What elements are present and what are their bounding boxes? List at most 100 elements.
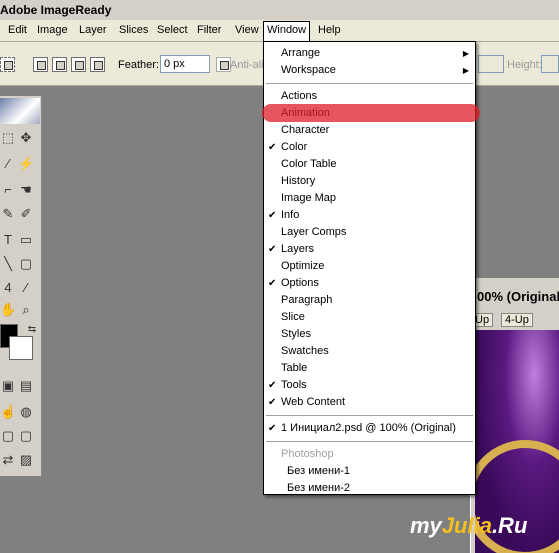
menu-item-label: Character	[281, 124, 330, 136]
subtract-selection-icon[interactable]	[71, 57, 86, 72]
slice-icon[interactable]: 4	[0, 280, 16, 296]
menu-item-slice[interactable]: Slice	[264, 309, 475, 326]
hand-icon[interactable]: ✋	[0, 302, 16, 318]
type-icon[interactable]: T	[0, 232, 16, 248]
move-icon[interactable]: ✥	[18, 130, 34, 146]
document-title: 00% (Original	[471, 278, 559, 306]
submenu-arrow-icon: ▶	[462, 49, 469, 58]
height-input[interactable]	[541, 55, 559, 73]
menu-image[interactable]: Image	[37, 24, 68, 36]
menu-separator	[266, 415, 473, 416]
watermark-logo: myJulia.Ru	[410, 513, 528, 538]
menu-item-label: Actions	[281, 90, 318, 102]
menu-item-1-2-psd-100-original[interactable]: ✔ 1 Инициал2.psd @ 100% (Original)	[264, 420, 475, 437]
menu-item-label: Layers	[281, 243, 315, 255]
menu-item-color[interactable]: ✔ Color	[264, 139, 475, 156]
menu-item-2[interactable]: Без имени-2	[264, 480, 475, 497]
menu-item-history[interactable]: History	[264, 173, 475, 190]
height-label: Height:	[507, 59, 542, 71]
menu-item-styles[interactable]: Styles	[264, 326, 475, 343]
menu-item-label: Options	[281, 277, 319, 289]
feather-input[interactable]: 0 px	[160, 55, 210, 73]
shape-icon[interactable]: ▢	[18, 256, 34, 272]
menu-view[interactable]: View	[235, 24, 259, 36]
menu-item-label: Workspace	[281, 64, 336, 76]
jump-to-icon[interactable]: ⇄	[0, 452, 16, 468]
hand-tool-icon[interactable]: ☚	[18, 182, 34, 198]
image-map-icon[interactable]: ▣	[0, 378, 16, 394]
menu-item-info[interactable]: ✔ Info	[264, 207, 475, 224]
menu-item-arrange[interactable]: Arrange ▶	[264, 45, 475, 62]
new-selection-icon[interactable]	[33, 57, 48, 72]
checkmark-icon: ✔	[268, 278, 277, 289]
highlight-marker	[262, 104, 480, 122]
eyedropper-icon[interactable]: ⁄	[18, 280, 34, 296]
menu-layer[interactable]: Layer	[79, 24, 107, 36]
menu-item-options[interactable]: ✔ Options	[264, 275, 475, 292]
menu-item-label: History	[281, 175, 316, 187]
menu-item-label: Table	[281, 362, 308, 374]
document-window: 00% (Original Up 4-Up	[470, 278, 559, 553]
toolbox-header-logo	[0, 98, 40, 124]
menu-filter[interactable]: Filter	[197, 24, 221, 36]
tab-4up[interactable]: 4-Up	[501, 313, 533, 327]
crop-icon[interactable]: ⌐	[0, 182, 16, 198]
marquee-tool-icon[interactable]	[0, 57, 15, 72]
preview-browser-icon[interactable]: ◍	[18, 404, 34, 420]
menu-item-table[interactable]: Table	[264, 360, 475, 377]
background-color-swatch[interactable]	[9, 336, 33, 360]
menu-item-tools[interactable]: ✔ Tools	[264, 377, 475, 394]
menu-item-label: Image Map	[281, 192, 337, 204]
menu-item-swatches[interactable]: Swatches	[264, 343, 475, 360]
menu-item-label: 1 Инициал2.psd @ 100% (Original)	[281, 422, 456, 434]
menu-item-web-content[interactable]: ✔ Web Content	[264, 394, 475, 411]
menu-item-label: Tools	[281, 379, 307, 391]
menu-item-color-table[interactable]: Color Table	[264, 156, 475, 173]
submenu-arrow-icon: ▶	[462, 66, 469, 75]
menu-item-label: Color	[281, 141, 308, 153]
menu-item-layers[interactable]: ✔ Layers	[264, 241, 475, 258]
checkmark-icon: ✔	[268, 244, 277, 255]
rollover-icon[interactable]: ▤	[18, 378, 34, 394]
menu-item-label: Photoshop	[281, 448, 334, 460]
pencil-icon[interactable]: ✐	[18, 206, 34, 222]
rectangle-icon[interactable]: ▭	[18, 232, 34, 248]
menu-item-label: Paragraph	[281, 294, 333, 306]
menu-item-workspace[interactable]: Workspace ▶	[264, 62, 475, 79]
menu-item-paragraph[interactable]: Paragraph	[264, 292, 475, 309]
antialias-label: Anti-ali	[230, 59, 264, 71]
menu-item-actions[interactable]: Actions	[264, 88, 475, 105]
menu-bar: Edit Image Layer Slices Select Filter Vi…	[0, 20, 559, 42]
zoom-icon[interactable]: ⌕	[18, 302, 34, 318]
menu-item-1[interactable]: Без имени-1	[264, 463, 475, 480]
menu-item-label: Arrange	[281, 47, 321, 59]
menu-item-character[interactable]: Character	[264, 122, 475, 139]
checkmark-icon: ✔	[268, 142, 277, 153]
menu-item-layer-comps[interactable]: Layer Comps	[264, 224, 475, 241]
lasso-icon[interactable]: ∕	[0, 156, 16, 172]
marquee-icon[interactable]: ⬚	[0, 130, 16, 146]
menu-item-label: Layer Comps	[281, 226, 347, 238]
menu-item-image-map[interactable]: Image Map	[264, 190, 475, 207]
menu-item-label: Slice	[281, 311, 305, 323]
line-icon[interactable]: ╲	[0, 256, 16, 272]
menu-slices[interactable]: Slices	[119, 24, 148, 36]
menu-item-optimize[interactable]: Optimize	[264, 258, 475, 275]
menu-item-label: Без имени-1	[287, 465, 351, 477]
menu-item-label: Color Table	[281, 158, 337, 170]
screen-mode-icon[interactable]: ▢	[0, 428, 16, 444]
intersect-selection-icon[interactable]	[90, 57, 105, 72]
brush-icon[interactable]: ✎	[0, 206, 16, 222]
menu-select[interactable]: Select	[157, 24, 188, 36]
full-screen-icon[interactable]: ▢	[18, 428, 34, 444]
swap-colors-icon[interactable]: ⇆	[24, 322, 40, 338]
magic-wand-icon[interactable]: ⚡	[18, 156, 34, 172]
menu-edit[interactable]: Edit	[8, 24, 27, 36]
preview-icon[interactable]: ☝	[0, 404, 16, 420]
toggle-slice-icon[interactable]: ▨	[18, 452, 34, 468]
width-input[interactable]	[478, 55, 504, 73]
antialias-checkbox[interactable]	[216, 57, 231, 72]
menu-window[interactable]: Window	[263, 21, 311, 41]
add-selection-icon[interactable]	[52, 57, 67, 72]
menu-help[interactable]: Help	[318, 24, 341, 36]
